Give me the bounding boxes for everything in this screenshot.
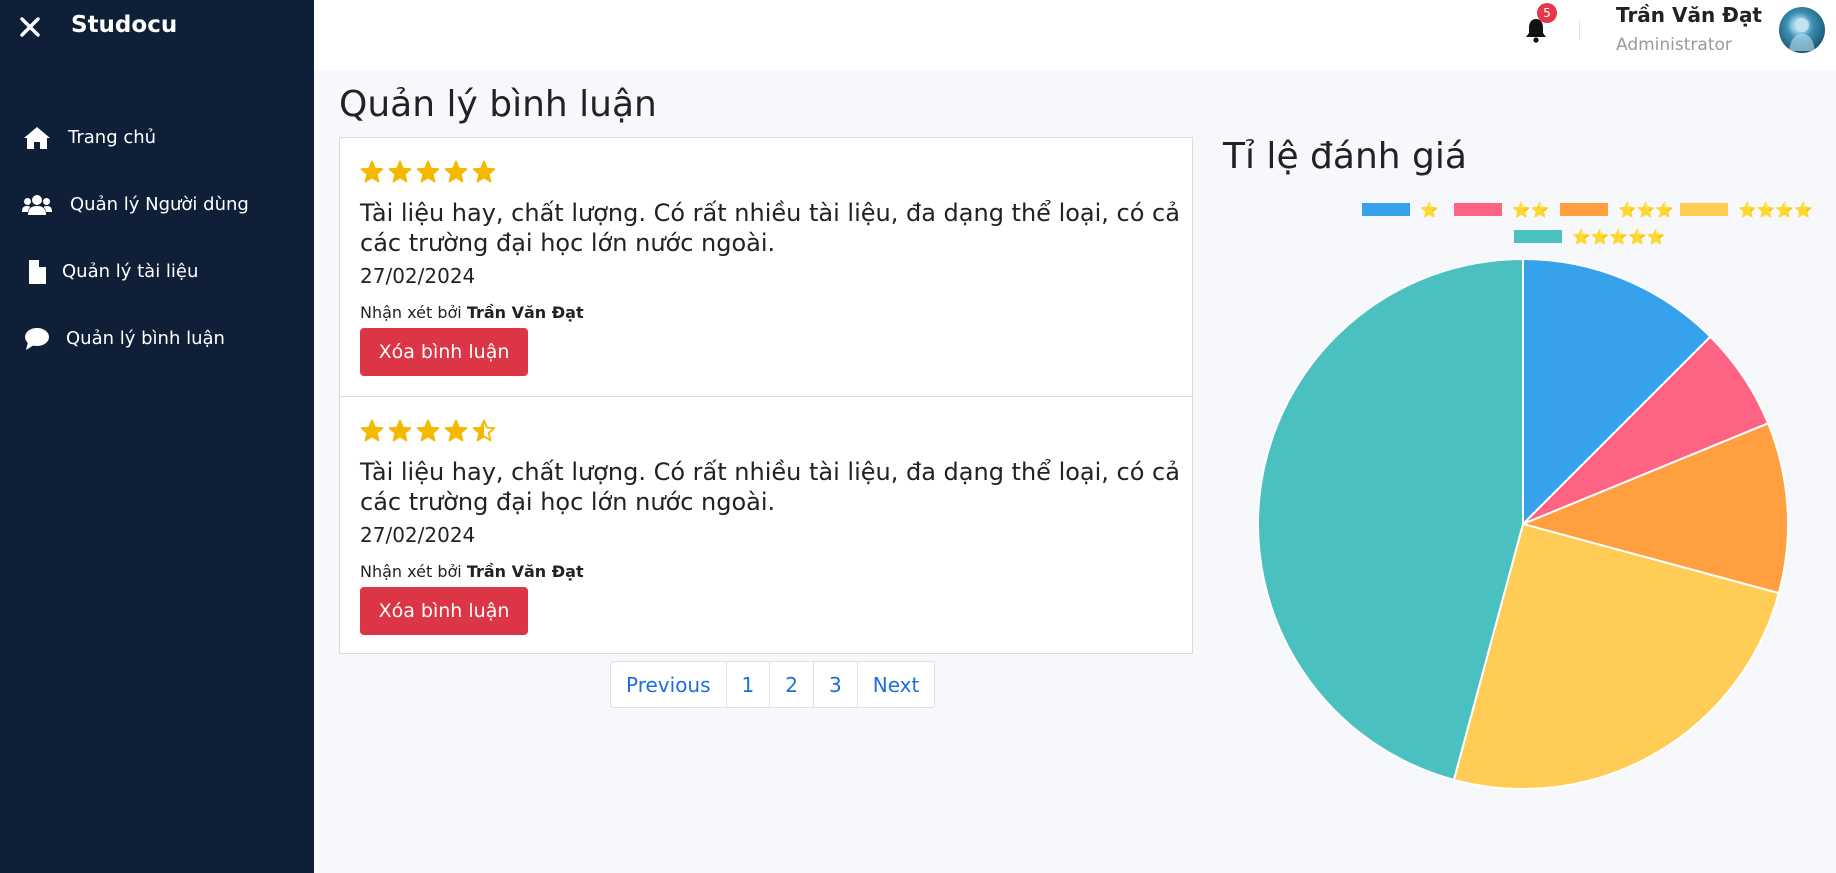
pagination: Previous 1 2 3 Next — [610, 661, 936, 708]
notification-badge: 5 — [1537, 3, 1557, 23]
document-icon — [22, 257, 52, 287]
legend-label: ⭐⭐ — [1512, 201, 1549, 219]
legend-item[interactable]: ⭐⭐ — [1454, 201, 1549, 219]
sidebar-item-users[interactable]: Quản lý Người dùng — [0, 171, 314, 238]
rating-stars — [360, 160, 496, 186]
comment-date: 27/02/2024 — [360, 523, 476, 547]
sidebar-item-documents[interactable]: Quản lý tài liệu — [0, 238, 314, 305]
legend-swatch — [1362, 203, 1410, 216]
author-name: Trần Văn Đạt — [466, 562, 584, 581]
star-icon — [388, 419, 412, 442]
half-star-icon — [472, 419, 496, 442]
star-icon — [416, 160, 440, 183]
user-name: Trần Văn Đạt — [1616, 3, 1762, 27]
pagination-previous[interactable]: Previous — [611, 662, 726, 707]
home-icon — [22, 123, 52, 153]
brand-logo[interactable]: Studocu — [71, 12, 177, 38]
comment-author: Nhận xét bởi Trần Văn Đạt — [360, 303, 584, 322]
comment-text: Tài liệu hay, chất lượng. Có rất nhiều t… — [360, 199, 1180, 257]
star-icon — [444, 160, 468, 183]
sidebar-nav: Trang chủ Quản lý Người dùng Quản lý tài… — [0, 104, 314, 372]
users-icon — [22, 190, 52, 220]
legend-label: ⭐⭐⭐⭐ — [1738, 201, 1813, 219]
legend-item[interactable]: ⭐⭐⭐ — [1560, 201, 1674, 219]
reviewer-prefix: Nhận xét bởi — [360, 562, 462, 581]
sidebar-item-label: Trang chủ — [68, 127, 157, 148]
star-icon — [444, 419, 468, 442]
star-icon — [360, 419, 384, 442]
legend-swatch — [1454, 203, 1502, 216]
legend-label: ⭐⭐⭐⭐⭐ — [1572, 228, 1665, 246]
pagination-page-1[interactable]: 1 — [725, 662, 770, 707]
sidebar-item-home[interactable]: Trang chủ — [0, 104, 314, 171]
legend-swatch — [1680, 203, 1728, 216]
top-bar — [314, 0, 1836, 70]
sidebar-item-label: Quản lý tài liệu — [62, 261, 199, 282]
avatar[interactable] — [1779, 7, 1825, 53]
legend-item[interactable]: ⭐⭐⭐⭐⭐ — [1514, 228, 1665, 246]
page-title: Quản lý bình luận — [339, 84, 657, 125]
star-icon — [472, 160, 496, 183]
comment-card: Tài liệu hay, chất lượng. Có rất nhiều t… — [340, 396, 1192, 654]
divider — [1579, 20, 1580, 40]
comment-list: Tài liệu hay, chất lượng. Có rất nhiều t… — [339, 137, 1193, 654]
pagination-page-3[interactable]: 3 — [813, 662, 857, 707]
star-icon — [388, 160, 412, 183]
sidebar-header: Studocu — [0, 0, 314, 60]
author-name: Trần Văn Đạt — [466, 303, 584, 322]
legend-label: ⭐ — [1420, 201, 1439, 219]
star-icon — [416, 419, 440, 442]
legend-label: ⭐⭐⭐ — [1618, 201, 1674, 219]
legend-swatch — [1560, 203, 1608, 216]
legend-item[interactable]: ⭐⭐⭐⭐ — [1680, 201, 1813, 219]
user-role: Administrator — [1616, 35, 1732, 55]
legend-item[interactable]: ⭐ — [1362, 201, 1439, 219]
rating-stars — [360, 419, 496, 445]
comment-icon — [22, 324, 52, 354]
sidebar: Studocu Trang chủ Quản lý Người dùng Quả… — [0, 0, 314, 873]
delete-comment-button[interactable]: Xóa bình luận — [360, 587, 528, 635]
sidebar-item-comments[interactable]: Quản lý bình luận — [0, 305, 314, 372]
comment-card: Tài liệu hay, chất lượng. Có rất nhiều t… — [340, 138, 1192, 396]
delete-comment-button[interactable]: Xóa bình luận — [360, 328, 528, 376]
rating-pie-chart: ⭐ ⭐⭐ ⭐⭐⭐ ⭐⭐⭐⭐⭐⭐⭐⭐⭐ — [1257, 201, 1813, 790]
sidebar-item-label: Quản lý bình luận — [66, 328, 225, 349]
reviewer-prefix: Nhận xét bởi — [360, 303, 462, 322]
comment-text: Tài liệu hay, chất lượng. Có rất nhiều t… — [360, 458, 1180, 516]
pagination-next[interactable]: Next — [856, 662, 935, 707]
star-icon — [360, 160, 384, 183]
comment-date: 27/02/2024 — [360, 264, 476, 288]
pagination-page-2[interactable]: 2 — [769, 662, 813, 707]
chart-title: Tỉ lệ đánh giá — [1223, 136, 1467, 177]
sidebar-item-label: Quản lý Người dùng — [70, 194, 249, 215]
close-icon[interactable] — [18, 10, 44, 42]
comment-author: Nhận xét bởi Trần Văn Đạt — [360, 562, 584, 581]
legend-swatch — [1514, 230, 1562, 243]
